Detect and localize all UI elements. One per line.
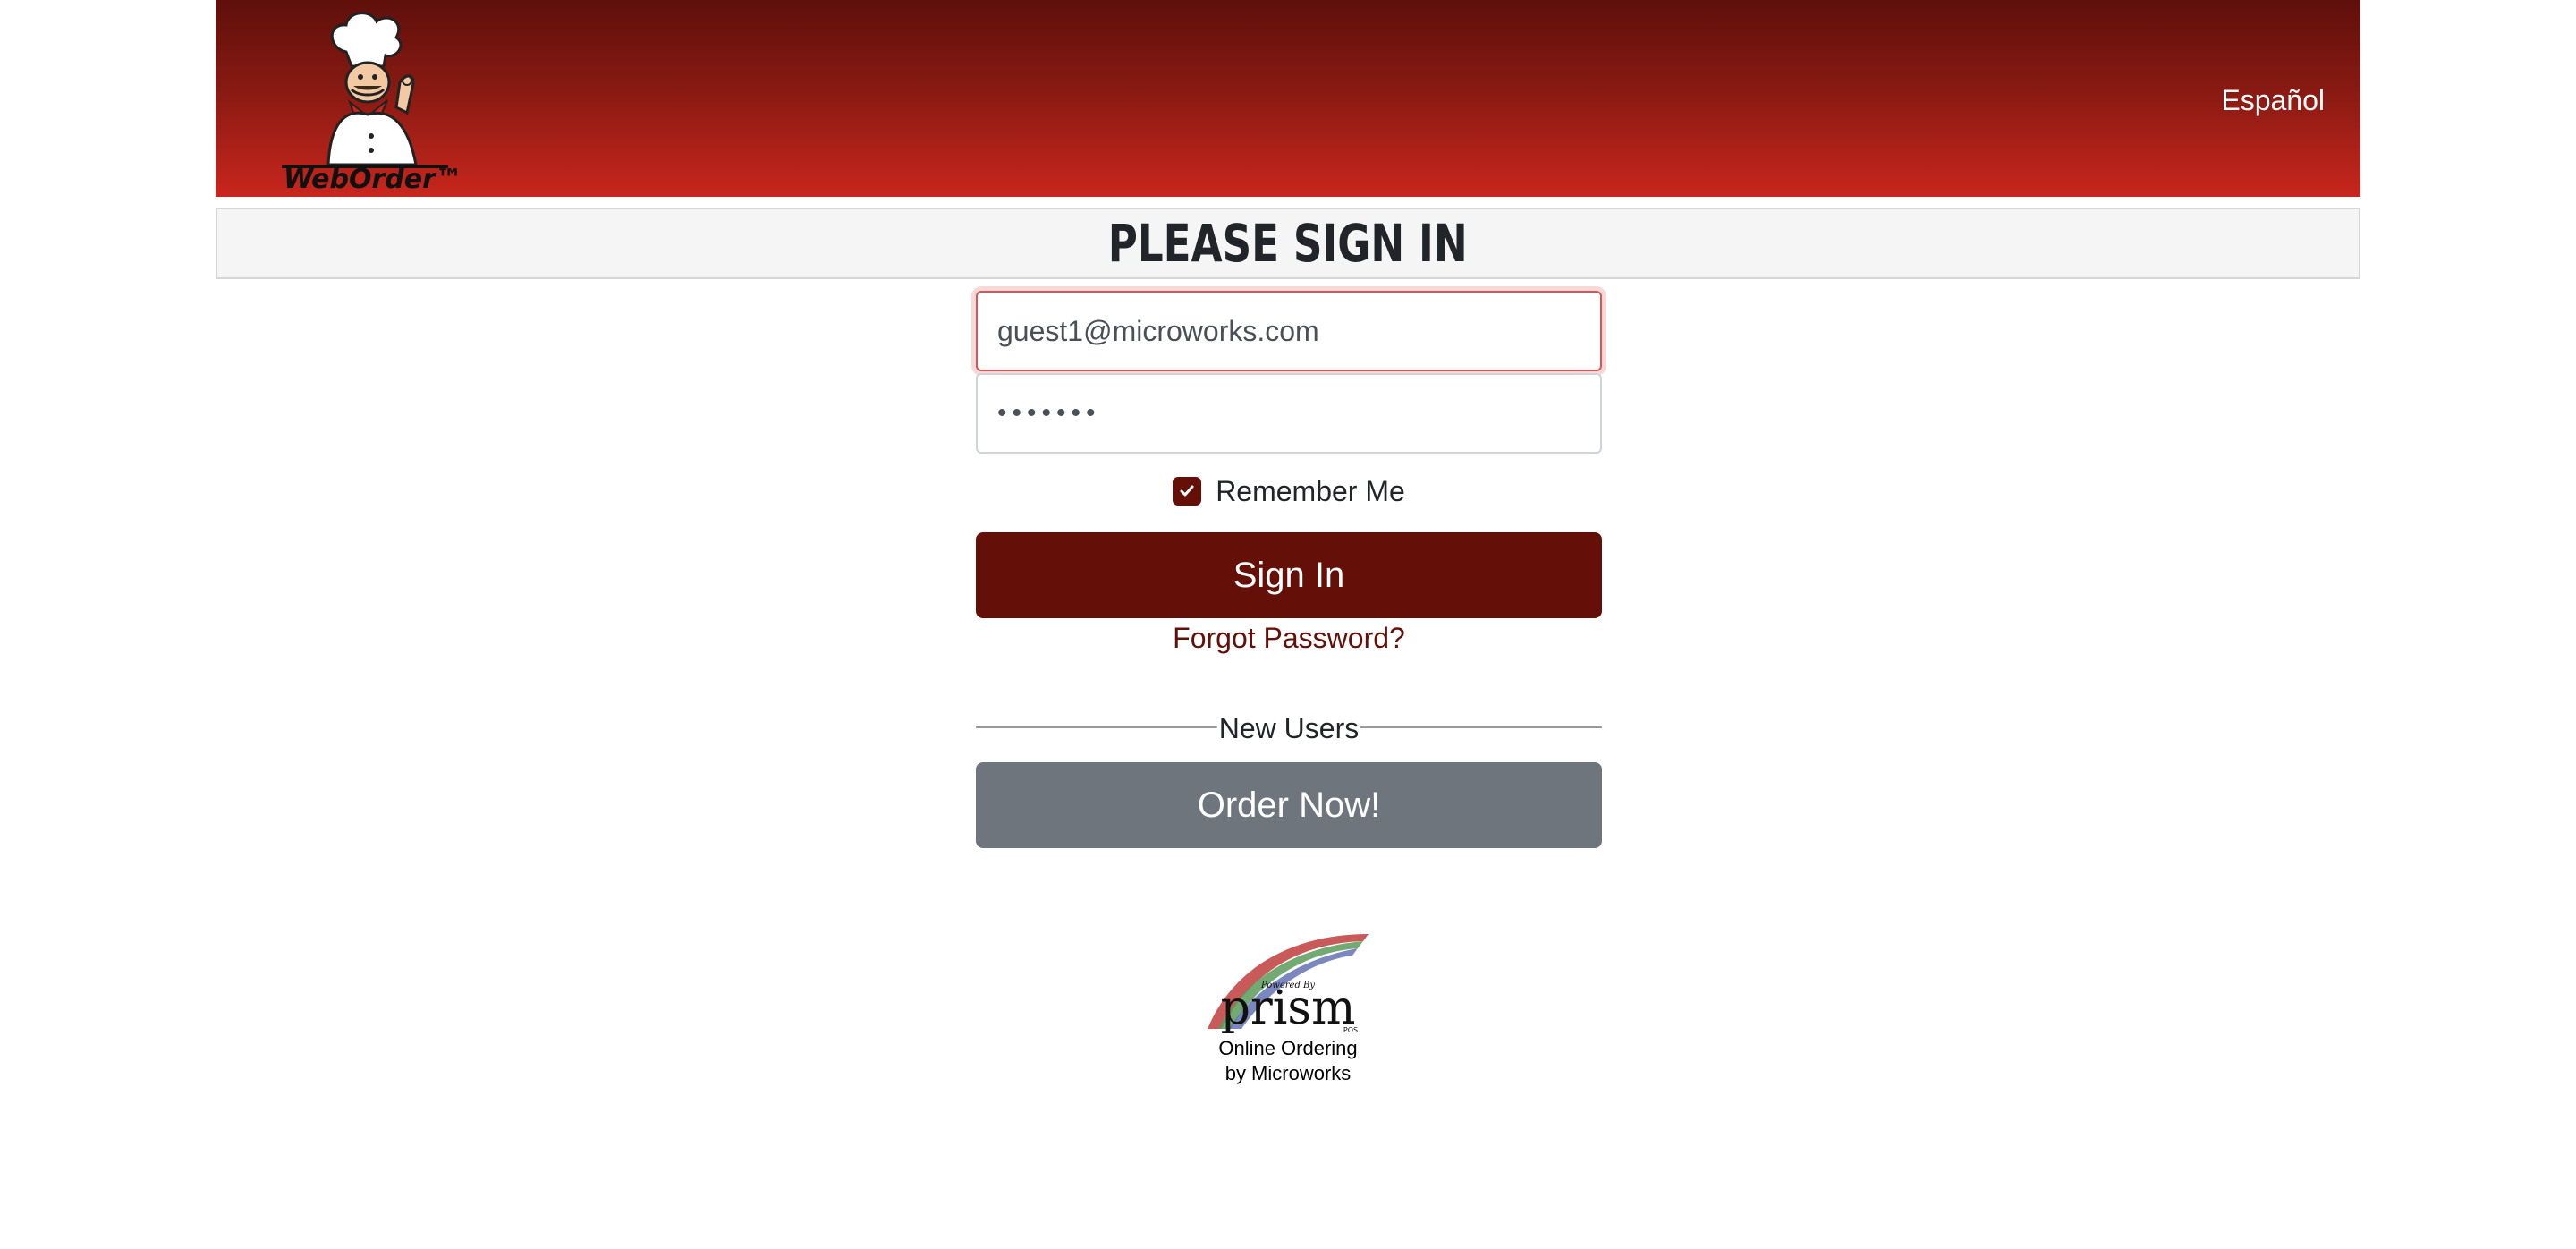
prism-wordmark: prism	[1221, 981, 1356, 1035]
title-bar: Please Sign In	[216, 208, 2360, 279]
new-users-divider: New Users	[976, 710, 1602, 746]
remember-me-toggle[interactable]: Remember Me	[976, 472, 1602, 511]
by-microworks-text: by Microworks	[1224, 1062, 1352, 1084]
email-field[interactable]	[976, 291, 1602, 371]
checkmark-icon	[1180, 485, 1194, 497]
online-ordering-text: Online Ordering	[1218, 1037, 1358, 1059]
language-link-espanol[interactable]: Español	[2221, 84, 2325, 117]
forgot-password-link[interactable]: Forgot Password?	[976, 622, 1602, 655]
remember-me-checkbox[interactable]	[1173, 477, 1202, 506]
powered-by-section: Powered By prism POS Online Ordering by …	[1199, 929, 1377, 1086]
password-mask: •••••••	[997, 398, 1101, 428]
new-users-label: New Users	[1216, 710, 1361, 746]
sign-in-form: ••••••• Remember Me Sign In Forgot Passw…	[976, 291, 1602, 848]
page-title: Please Sign In	[1108, 213, 1468, 274]
password-field[interactable]: •••••••	[976, 373, 1602, 454]
site-header: WebOrder™ Español	[216, 0, 2360, 197]
pos-text: POS	[1343, 1026, 1358, 1034]
sign-in-button[interactable]: Sign In	[976, 532, 1602, 618]
weborder-logo-text: WebOrder™	[284, 164, 457, 191]
remember-me-label: Remember Me	[1216, 474, 1405, 507]
prism-pos-logo: Powered By prism POS	[1208, 934, 1368, 1035]
weborder-chef-logo[interactable]: WebOrder™	[282, 7, 457, 191]
order-now-button[interactable]: Order Now!	[976, 762, 1602, 848]
